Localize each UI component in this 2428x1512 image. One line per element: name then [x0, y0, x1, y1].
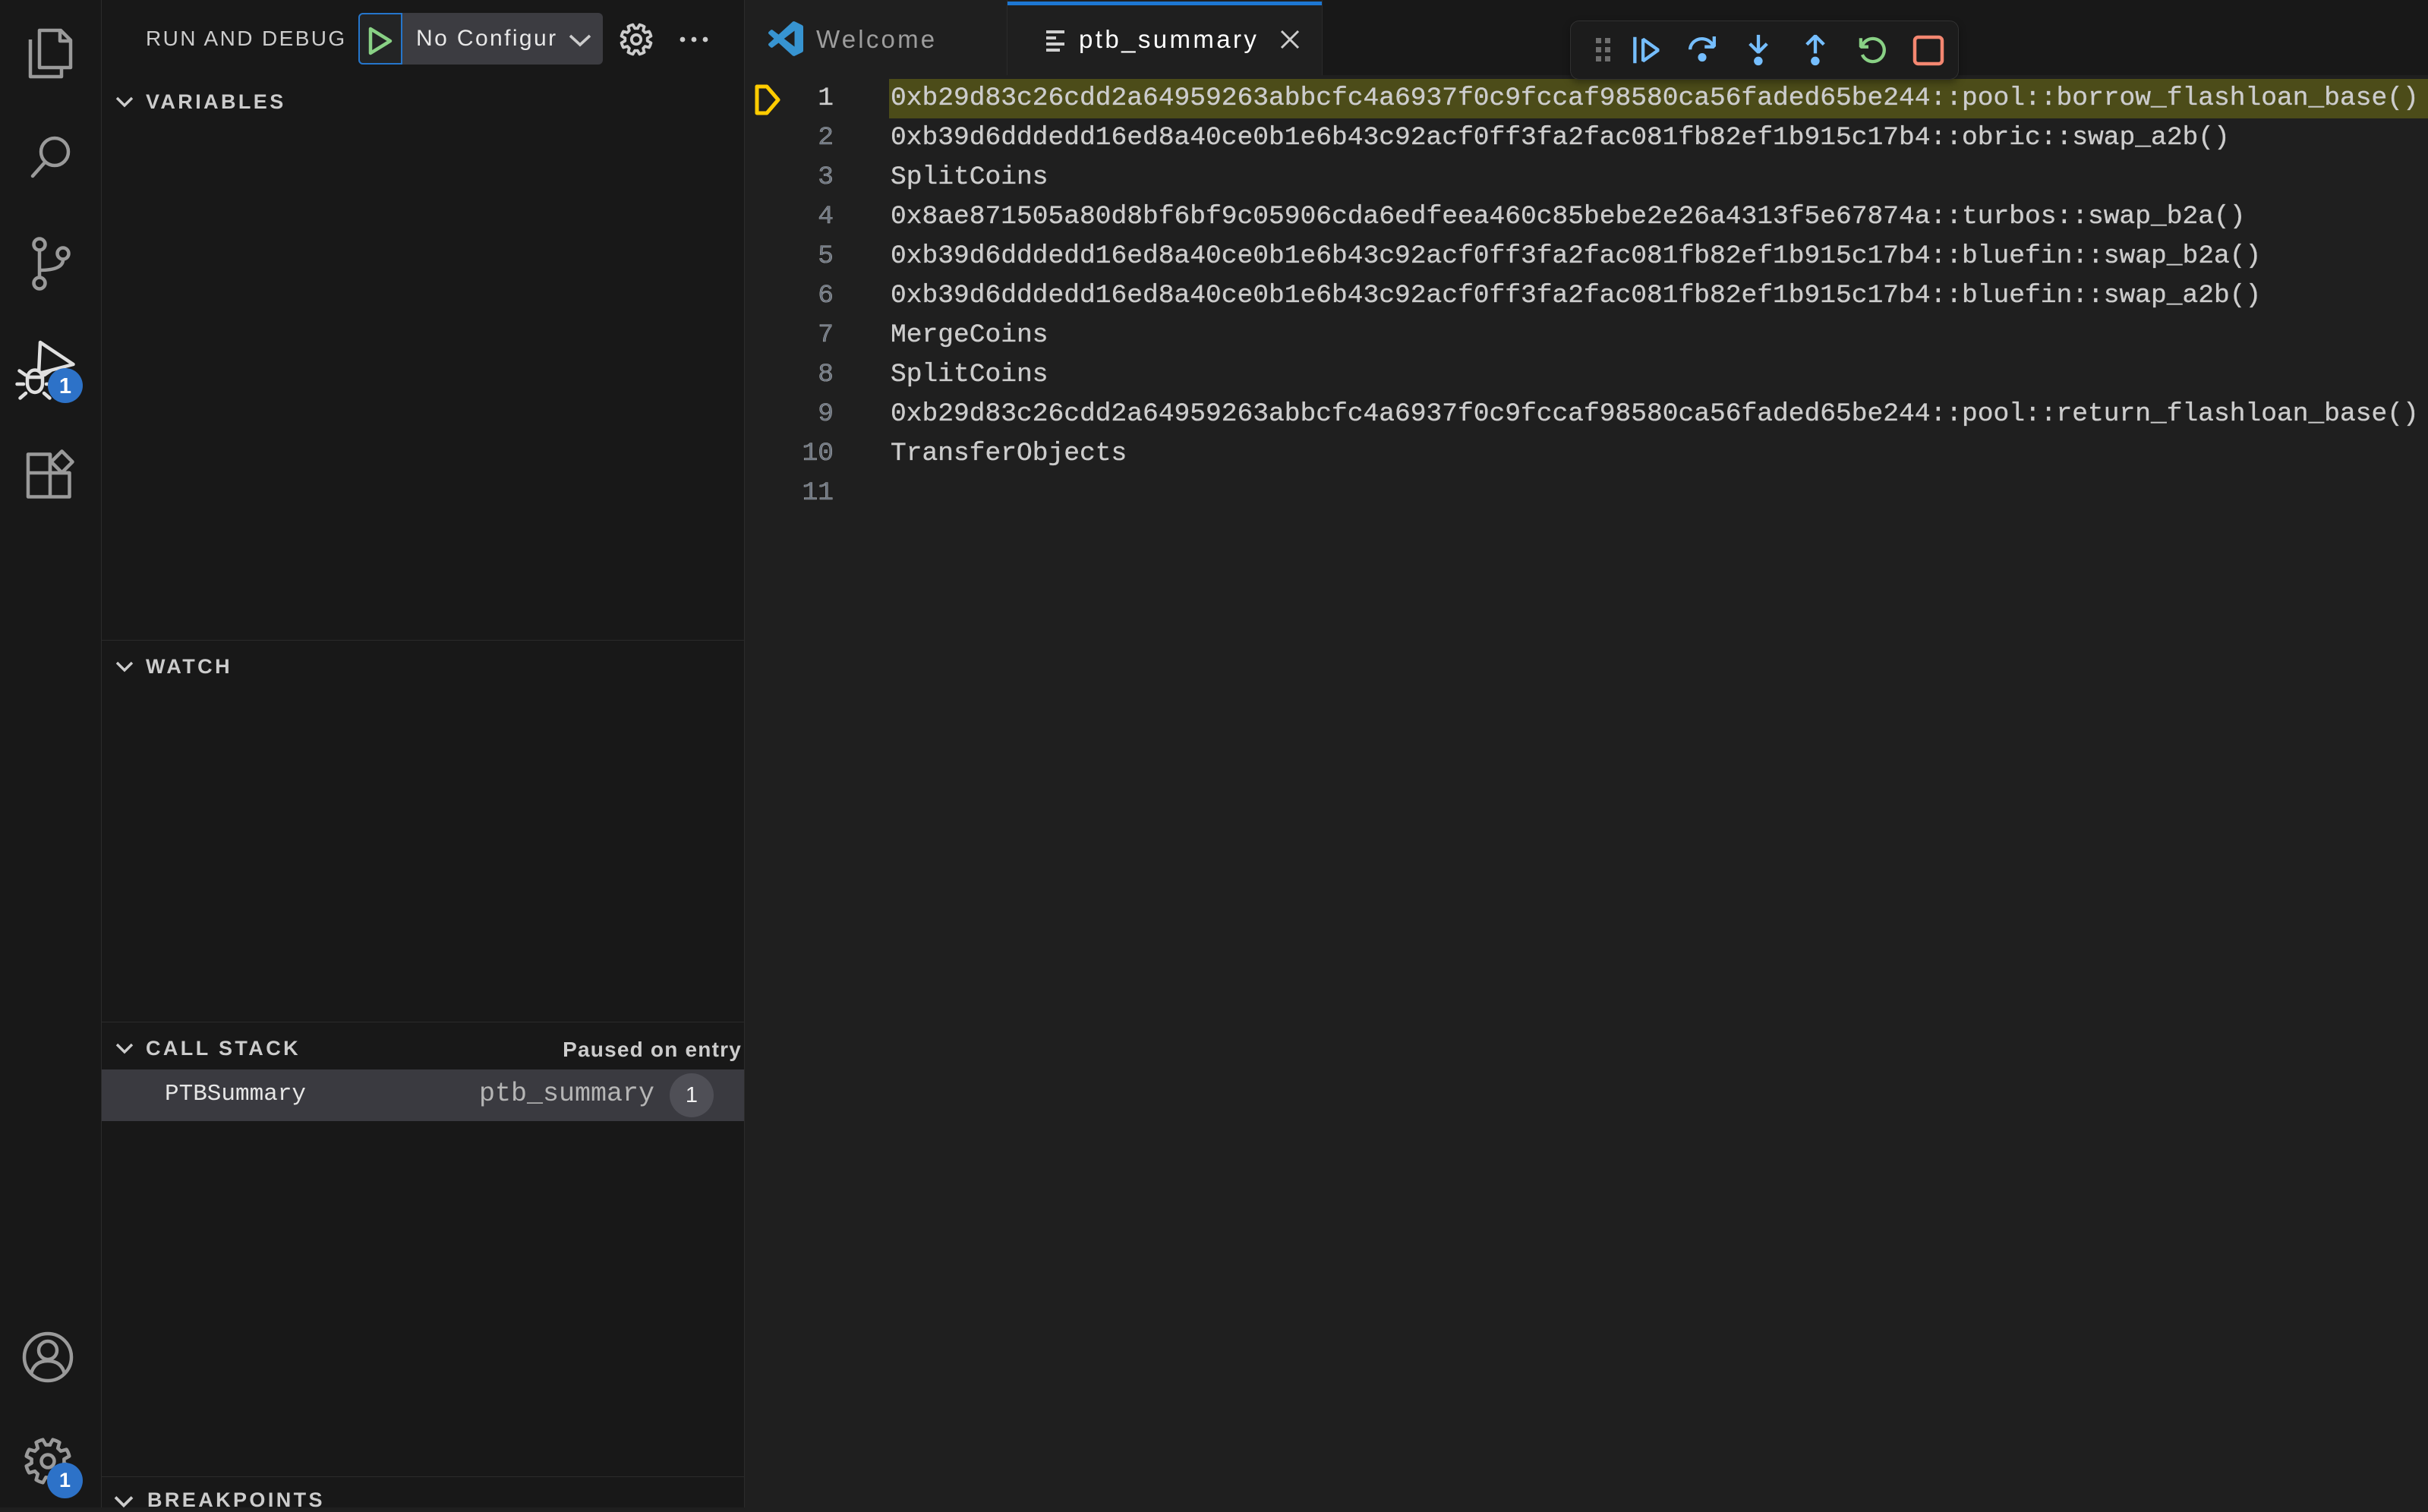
svg-text:1: 1	[59, 374, 71, 398]
